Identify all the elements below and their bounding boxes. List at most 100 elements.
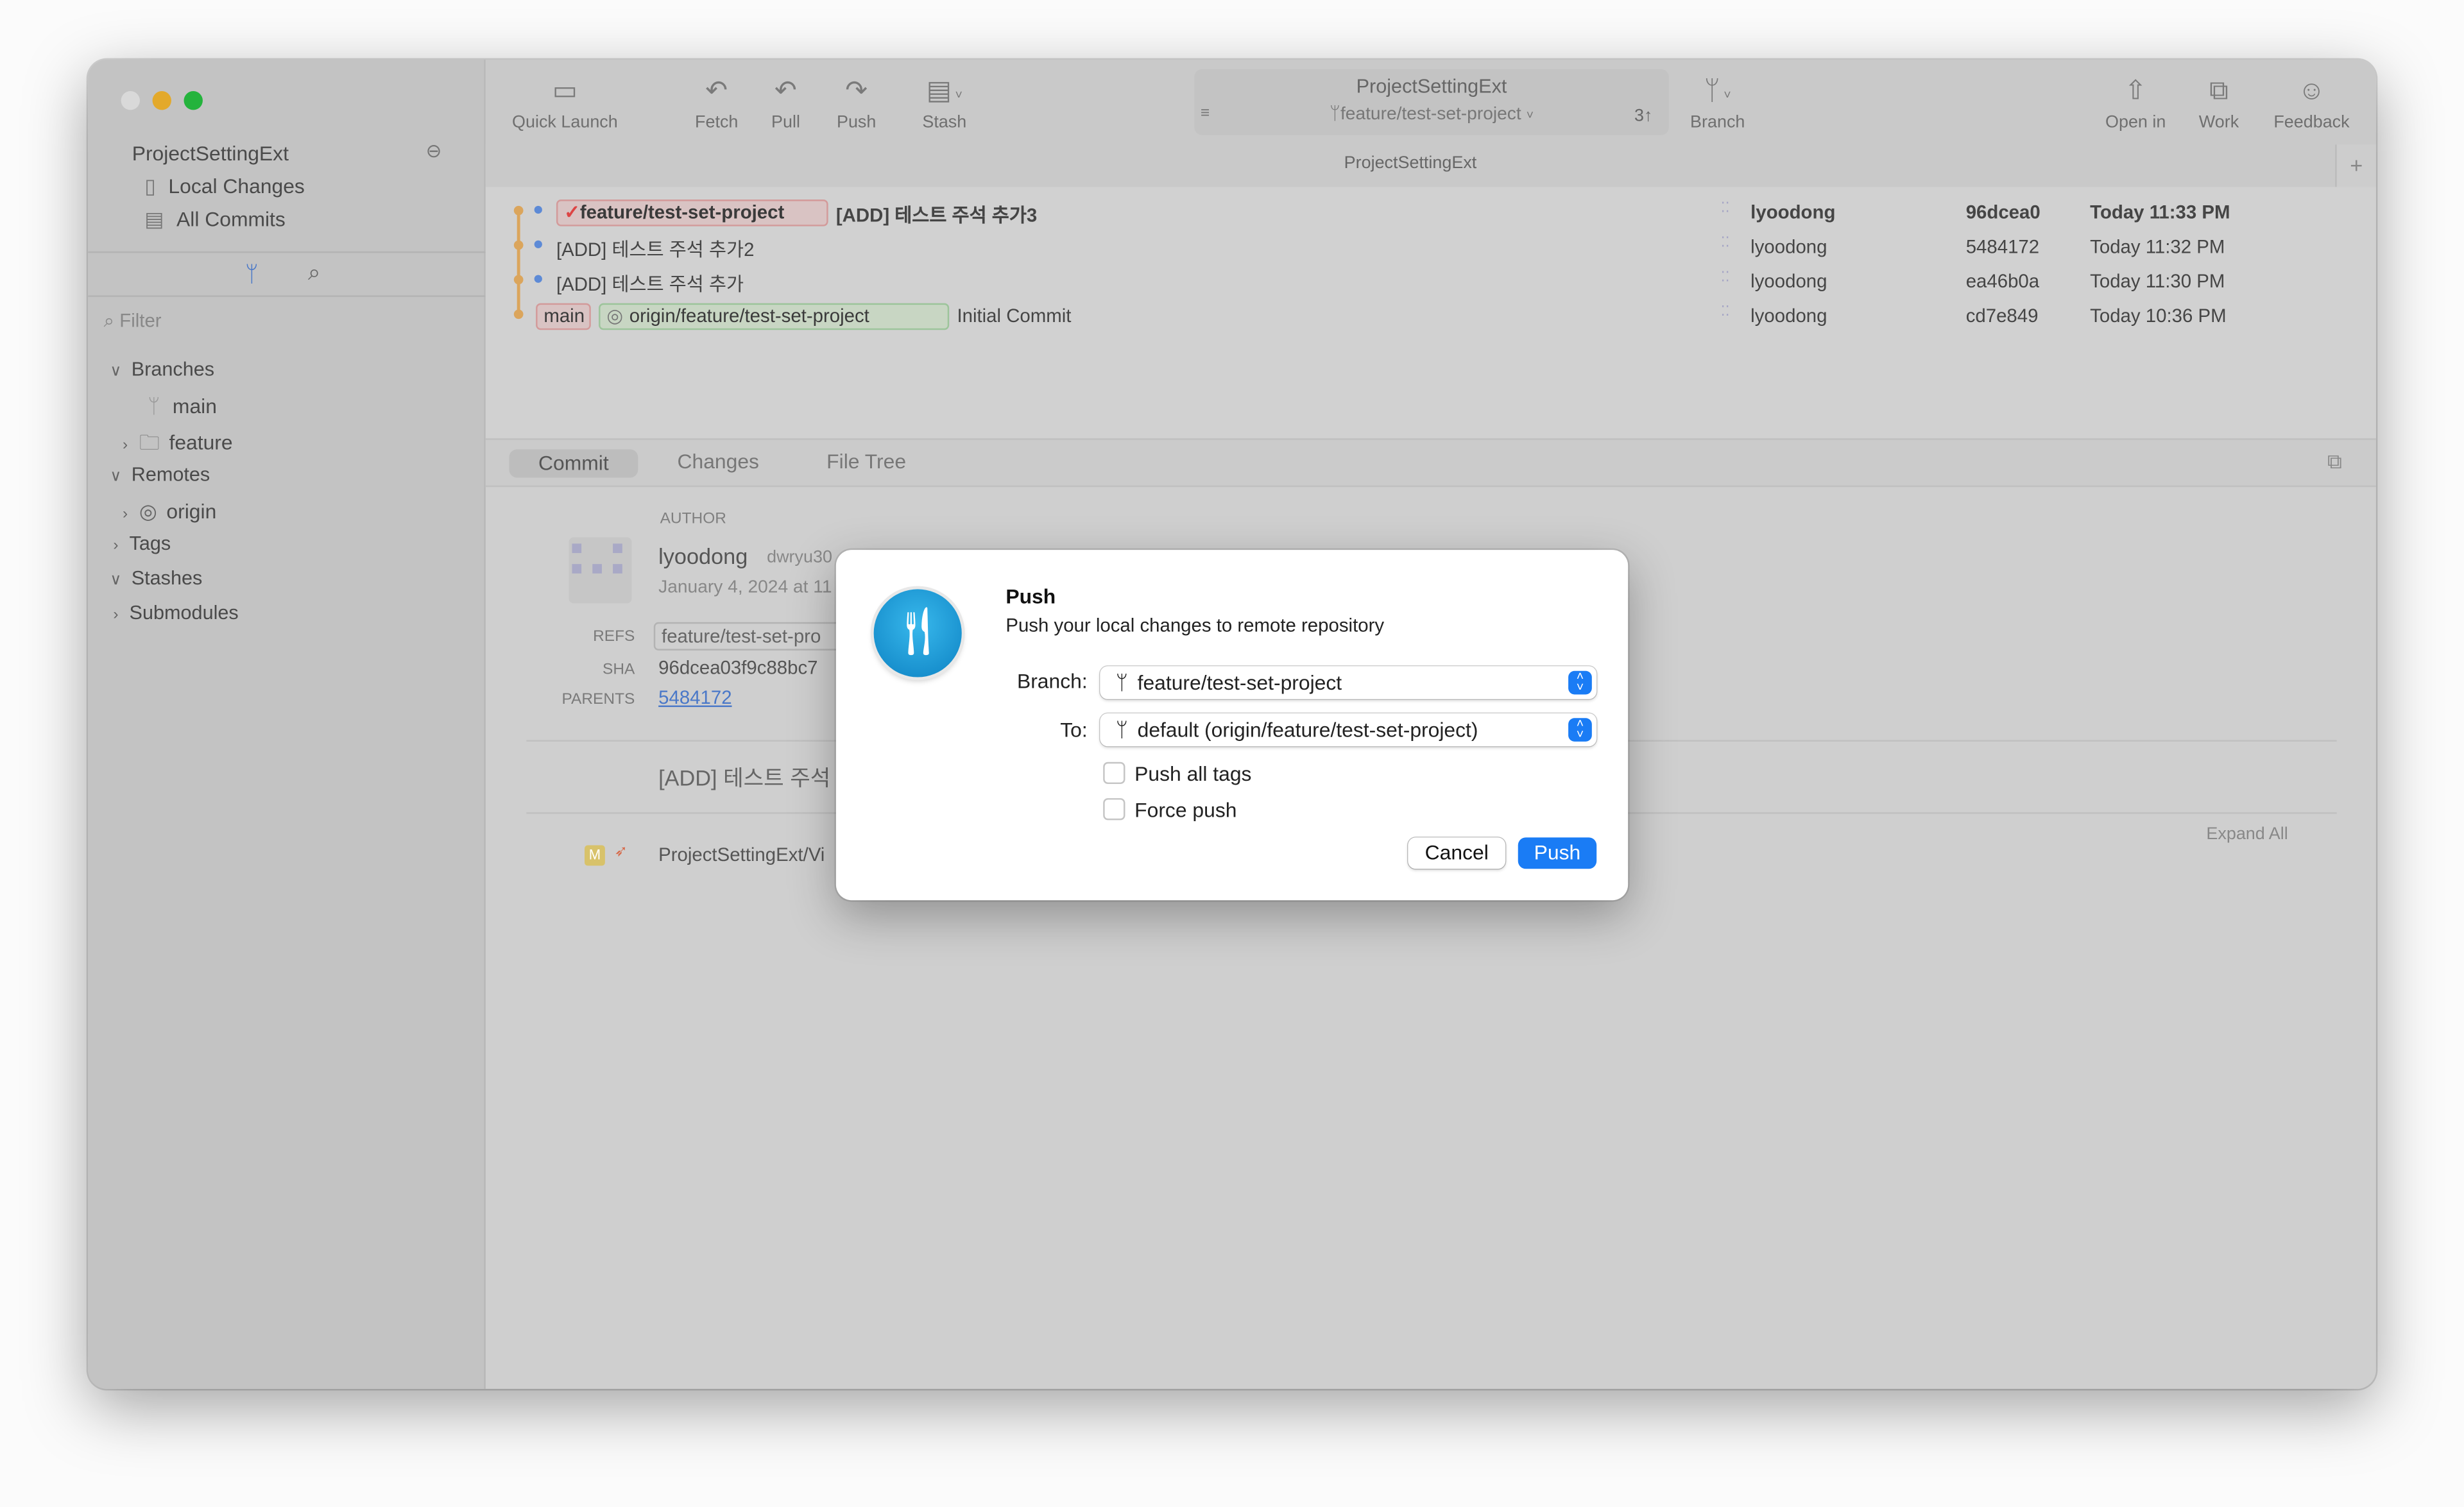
search-icon[interactable]: ⌕	[308, 259, 320, 286]
tree-submodules[interactable]: › Submodules	[113, 602, 238, 624]
commit-message: [ADD] 테스트 주석 추가2	[556, 239, 755, 261]
graph-node	[513, 275, 524, 285]
push-dialog: 🍴︎ Push Push your local changes to remot…	[835, 550, 1629, 901]
tree-tags[interactable]: › Tags	[113, 532, 171, 554]
tree-stashes[interactable]: ∨ Stashes	[110, 567, 202, 589]
branch-view-icon[interactable]: ᛘ	[245, 261, 259, 286]
fork-app-icon: 🍴︎	[873, 589, 962, 677]
commit-dot	[534, 205, 542, 214]
stepper-chevron-icon: ˄ ˅	[1568, 717, 1592, 742]
push-all-tags-checkbox[interactable]	[1103, 762, 1125, 785]
commit-author: lyoodong	[1750, 270, 1827, 293]
expand-all-button[interactable]: Expand All	[2206, 825, 2288, 844]
smiley-icon: ☺	[2298, 75, 2325, 106]
commit-message: [ADD] 테스트 주석 추가3	[835, 204, 1038, 226]
commit-author: lyoodong	[1750, 305, 1827, 327]
ref-badge[interactable]: ✓feature/test-set-project	[556, 200, 828, 226]
commit-message: Initial Commit	[957, 305, 1072, 327]
open-in-button[interactable]: ⇧ Open in	[2100, 76, 2172, 132]
branch-select[interactable]: ᛘ feature/test-set-project ˄ ˅	[1100, 666, 1597, 699]
commit-sha: 96dcea0	[1965, 201, 2041, 223]
pull-button[interactable]: ↶ Pull	[757, 76, 814, 132]
sidebar-item-all-commits[interactable]: ▤ All Commits	[144, 207, 286, 232]
sidebar-item-local-changes[interactable]: ▯ Local Changes	[144, 175, 305, 200]
document-icon: ▯	[144, 174, 156, 198]
chevron-right-icon: ›	[123, 436, 128, 454]
parent-link[interactable]: 5484172	[658, 686, 732, 708]
commit-sha: 5484172	[1965, 235, 2040, 258]
window-icon: ▭	[552, 75, 578, 106]
search-icon: ⌕	[103, 309, 120, 332]
file-path[interactable]: ProjectSettingExt/Vi	[658, 844, 825, 865]
tree-branch-main[interactable]: ᛘ main	[148, 395, 217, 418]
zoom-window-button[interactable]	[184, 91, 203, 110]
chevron-right-icon: ›	[113, 606, 119, 624]
avatar-icon: ⁚⁚	[1720, 200, 1730, 216]
tab-changes[interactable]: Changes	[678, 449, 759, 473]
repo-branch-selector[interactable]: ProjectSettingExt ≡ ᛘfeature/test-set-pr…	[1194, 69, 1669, 135]
push-icon: ↷	[845, 75, 868, 106]
add-tab-button[interactable]: +	[2335, 144, 2376, 187]
stash-button[interactable]: ▤ ˅ Stash	[913, 76, 976, 132]
chevron-right-icon: ›	[113, 537, 119, 555]
commit-date: Today 11:32 PM	[2090, 235, 2225, 258]
windows-icon: ⧉	[2209, 75, 2229, 106]
commit-author: lyoodong	[1750, 235, 1827, 258]
graph-node	[513, 205, 524, 216]
tab-commit[interactable]: Commit	[509, 449, 638, 478]
tab-file-tree[interactable]: File Tree	[826, 449, 906, 473]
fetch-button[interactable]: ↶ Fetch	[689, 76, 745, 132]
ref-badge[interactable]: ◎ origin/feature/test-set-project	[599, 303, 950, 330]
commit-message: [ADD] 테스트 주석	[658, 765, 831, 790]
cancel-button[interactable]: Cancel	[1408, 837, 1506, 869]
commit-date: January 4, 2024 at 11	[658, 578, 832, 597]
chevron-right-icon: ›	[123, 506, 128, 524]
ref-badge[interactable]: main	[536, 303, 591, 330]
external-window-icon[interactable]: ⧉	[2327, 449, 2342, 474]
work-button[interactable]: ⧉ Work	[2187, 76, 2250, 132]
stash-icon: ▤ ˅	[926, 75, 963, 106]
detail-tabs	[485, 438, 2376, 488]
tree-folder-feature[interactable]: › 🗀 feature	[123, 429, 233, 464]
avatar-icon: ⁚⁚	[1720, 303, 1730, 319]
avatar-icon: ⁚⁚	[1720, 234, 1730, 250]
more-options-icon[interactable]: ⊖	[426, 140, 442, 162]
close-window-button[interactable]	[121, 91, 140, 110]
remote-select[interactable]: ᛘ default (origin/feature/test-set-projec…	[1100, 713, 1597, 747]
tree-remotes[interactable]: ∨ Remotes	[110, 463, 210, 485]
chevron-down-icon: ˅	[1526, 108, 1534, 123]
commit-dot	[534, 275, 542, 283]
dialog-subtitle: Push your local changes to remote reposi…	[1005, 614, 1385, 636]
chevron-down-icon: ∨	[110, 362, 126, 380]
checkmark-icon: ✓	[564, 201, 580, 223]
commit-dot	[534, 240, 542, 248]
quick-launch-button[interactable]: ▭ Quick Launch	[506, 76, 624, 132]
commit-sha: ea46b0a	[1965, 270, 2040, 293]
filter-input[interactable]: ⌕ Filter	[104, 309, 474, 334]
commit-message: [ADD] 테스트 주석 추가	[556, 273, 744, 296]
github-icon: ◎	[606, 305, 623, 327]
graph-node	[513, 240, 524, 250]
author-name: lyoodong	[658, 543, 748, 569]
avatar-icon: ⁚⁚	[1720, 268, 1730, 285]
modified-badge: M	[585, 845, 605, 866]
tab-repo[interactable]: ProjectSettingExt	[486, 154, 2335, 173]
push-button[interactable]: Push	[1518, 837, 1597, 869]
dialog-title: Push	[1005, 584, 1056, 608]
sha-value: 96dcea03f9c88bc7	[658, 656, 818, 679]
feedback-button[interactable]: ☺ Feedback	[2266, 76, 2357, 132]
tree-branches[interactable]: ∨ Branches	[110, 358, 214, 380]
repo-name: ProjectSettingExt	[132, 141, 289, 166]
graph-line	[517, 207, 520, 318]
commits-icon: ▤	[144, 207, 164, 232]
push-toolbar-button[interactable]: ↷ Push	[826, 76, 886, 132]
tree-remote-origin[interactable]: › ◎ origin	[123, 500, 216, 525]
commit-date: Today 11:30 PM	[2090, 270, 2225, 293]
commit-date: Today 11:33 PM	[2090, 201, 2230, 223]
minimize-window-button[interactable]	[152, 91, 171, 110]
refs-badge: feature/test-set-pro	[653, 622, 843, 651]
force-push-checkbox[interactable]	[1103, 798, 1125, 821]
chevron-down-icon: ∨	[110, 468, 126, 486]
branch-button[interactable]: ᛘ ˅ Branch	[1684, 76, 1750, 132]
branch-icon: ᛘ	[148, 394, 160, 418]
